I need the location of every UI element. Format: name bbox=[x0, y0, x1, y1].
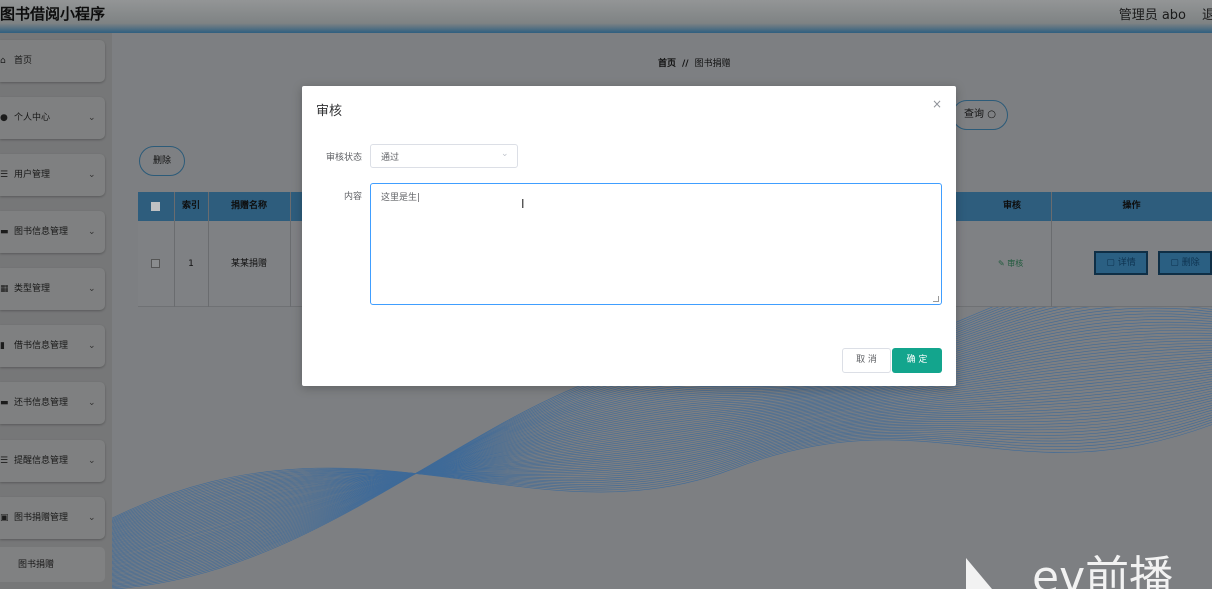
clipboard-icon: ▣ bbox=[0, 513, 9, 523]
sidebar-item-label: 提醒信息管理 bbox=[14, 456, 69, 466]
chevron-down-icon: ⌄ bbox=[88, 456, 96, 466]
sidebar-item-label: 图书信息管理 bbox=[14, 227, 69, 237]
query-label: 查询 bbox=[964, 109, 985, 120]
chevron-down-icon: ⌄ bbox=[88, 398, 96, 408]
sidebar-item-label: 借书信息管理 bbox=[14, 341, 69, 351]
sidebar-item-label: 还书信息管理 bbox=[14, 398, 69, 408]
admin-user-label: 管理员 abo bbox=[1118, 8, 1186, 23]
sidebar-item-donation-management[interactable]: ▣ 图书捐赠管理 ⌄ bbox=[0, 497, 105, 539]
sidebar: ⌂ 首页 ● 个人中心 ⌄ ☰ 用户管理 ⌄ ▬ 图书信息管理 ⌄ ▦ 类型管理… bbox=[0, 33, 112, 589]
dialog-title: 审核 bbox=[316, 104, 343, 119]
svg-text:ev前播: ev前播 bbox=[1032, 552, 1173, 589]
wave-line bbox=[112, 417, 1212, 523]
chevron-down-icon: ⌄ bbox=[88, 113, 96, 123]
chevron-down-icon: ⌄ bbox=[501, 149, 509, 159]
sidebar-subitem-book-donation[interactable]: 图书捐赠 bbox=[0, 547, 105, 582]
detail-icon: ▢ bbox=[1106, 258, 1115, 268]
chevron-down-icon: ⌄ bbox=[88, 227, 96, 237]
chevron-down-icon: ⌄ bbox=[88, 170, 96, 180]
review-status-select[interactable]: 通过 ⌄ bbox=[370, 144, 518, 168]
wave-line bbox=[112, 393, 1212, 535]
wave-line bbox=[112, 407, 1212, 527]
column-divider bbox=[1051, 221, 1052, 307]
sidebar-subitem-label: 图书捐赠 bbox=[18, 560, 55, 570]
cell-donation-name: 某某捐赠 bbox=[230, 259, 267, 269]
column-divider bbox=[174, 192, 175, 221]
sidebar-item-label: 类型管理 bbox=[14, 284, 51, 294]
text-cursor-icon: I bbox=[521, 197, 525, 211]
column-divider bbox=[174, 221, 175, 307]
column-divider bbox=[208, 221, 209, 307]
review-status-label: 审核状态 bbox=[325, 153, 362, 163]
review-dialog: 审核 × 审核状态 通过 ⌄ 内容 这里是生| I 取 消 确 定 bbox=[302, 86, 956, 386]
select-all-checkbox[interactable] bbox=[151, 202, 160, 211]
cell-index: 1 bbox=[188, 259, 194, 269]
app-title: 图书借阅小程序 bbox=[0, 5, 106, 23]
list-icon: ☰ bbox=[0, 456, 9, 466]
detail-button-label: 详情 bbox=[1117, 258, 1136, 268]
content-label: 内容 bbox=[343, 192, 362, 202]
batch-delete-button[interactable]: 删除 bbox=[139, 146, 185, 176]
sidebar-item-borrow-info[interactable]: ▮ 借书信息管理 ⌄ bbox=[0, 325, 105, 367]
sidebar-item-label: 个人中心 bbox=[14, 113, 51, 123]
close-icon[interactable]: × bbox=[932, 97, 942, 111]
bar-chart-icon: ▮ bbox=[0, 341, 5, 351]
wave-line bbox=[112, 366, 1212, 548]
card-icon: ▬ bbox=[0, 227, 9, 237]
chevron-down-icon: ⌄ bbox=[88, 513, 96, 523]
sidebar-item-label: 图书捐赠管理 bbox=[14, 513, 69, 523]
column-divider bbox=[1051, 192, 1052, 221]
column-header-index: 索引 bbox=[181, 201, 200, 211]
wave-line bbox=[112, 385, 1212, 538]
column-header-actions: 操作 bbox=[1122, 201, 1141, 211]
column-divider bbox=[290, 192, 291, 221]
breadcrumb-separator: // bbox=[682, 59, 689, 69]
column-header-donation-name: 捐赠名称 bbox=[230, 201, 267, 211]
resize-handle[interactable] bbox=[933, 296, 939, 302]
ev-recorder-logo: ev前播 bbox=[966, 552, 1173, 589]
column-divider bbox=[290, 221, 291, 307]
logout-link[interactable]: 退 bbox=[1202, 4, 1212, 23]
list-icon: ☰ bbox=[0, 170, 9, 180]
content-text: 这里是生| bbox=[381, 193, 421, 203]
row-delete-label: 删除 bbox=[1181, 258, 1200, 268]
sidebar-item-return-info[interactable]: ▬ 还书信息管理 ⌄ bbox=[0, 382, 105, 424]
user-icon: ● bbox=[0, 113, 8, 123]
confirm-button[interactable]: 确 定 bbox=[892, 348, 942, 373]
query-button[interactable]: 查询 ○ bbox=[952, 100, 1008, 130]
sidebar-item-label: 首页 bbox=[14, 56, 33, 66]
row-checkbox[interactable] bbox=[151, 259, 160, 268]
column-divider bbox=[208, 192, 209, 221]
breadcrumb: 首页 // 图书捐赠 bbox=[658, 56, 731, 69]
trash-icon: ▢ bbox=[1170, 258, 1179, 268]
sidebar-item-reminder-info[interactable]: ☰ 提醒信息管理 ⌄ bbox=[0, 440, 105, 482]
breadcrumb-home[interactable]: 首页 bbox=[658, 59, 676, 69]
review-status-value: 通过 bbox=[381, 153, 400, 163]
home-icon: ⌂ bbox=[0, 56, 6, 66]
chevron-down-icon: ⌄ bbox=[88, 284, 96, 294]
card-icon: ▬ bbox=[0, 398, 9, 408]
grid-icon: ▦ bbox=[0, 284, 9, 294]
review-link[interactable]: ✎ 审核 bbox=[998, 221, 1023, 307]
breadcrumb-current: 图书捐赠 bbox=[694, 59, 731, 69]
content-textarea[interactable]: 这里是生| I bbox=[370, 183, 942, 305]
top-header: 图书借阅小程序 管理员 abo 退 bbox=[0, 0, 1212, 33]
sidebar-item-home[interactable]: ⌂ 首页 bbox=[0, 40, 105, 82]
sidebar-item-book-info[interactable]: ▬ 图书信息管理 ⌄ bbox=[0, 211, 105, 253]
cancel-button[interactable]: 取 消 bbox=[842, 348, 891, 373]
sidebar-item-user-management[interactable]: ☰ 用户管理 ⌄ bbox=[0, 154, 105, 196]
review-link-label: 审核 bbox=[1007, 259, 1024, 268]
sidebar-item-type-management[interactable]: ▦ 类型管理 ⌄ bbox=[0, 268, 105, 310]
sidebar-item-label: 用户管理 bbox=[14, 170, 51, 180]
edit-icon: ✎ bbox=[998, 259, 1005, 268]
column-header-review: 审核 bbox=[1002, 201, 1021, 211]
detail-button[interactable]: ▢ 详情 bbox=[1094, 251, 1148, 275]
search-icon: ○ bbox=[987, 109, 996, 120]
chevron-down-icon: ⌄ bbox=[88, 341, 96, 351]
row-delete-button[interactable]: ▢ 删除 bbox=[1158, 251, 1212, 275]
sidebar-item-personal-center[interactable]: ● 个人中心 ⌄ bbox=[0, 97, 105, 139]
